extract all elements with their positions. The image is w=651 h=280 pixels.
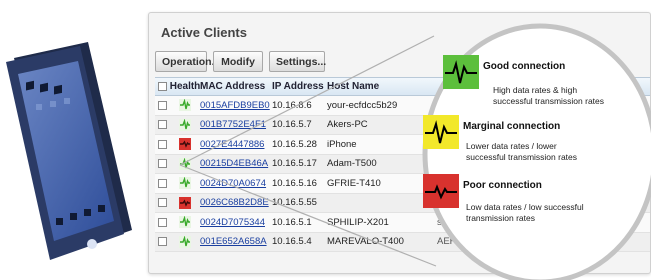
- legend-marginal-desc-2: successful transmission rates: [466, 152, 578, 162]
- health-column-header[interactable]: Health: [170, 81, 201, 92]
- host-cell: iPhone: [327, 138, 357, 150]
- legend-poor: Poor connection Low data rates / low suc…: [423, 172, 643, 232]
- heartbeat-red-icon: [179, 138, 191, 151]
- mac-link[interactable]: 0024D7075344: [200, 217, 265, 228]
- heartbeat-green-icon: [179, 216, 191, 229]
- legend-poor-desc-2: transmission rates: [466, 213, 535, 223]
- heartbeat-green-icon: [179, 235, 191, 248]
- modify-button[interactable]: Modify: [213, 51, 263, 72]
- heartbeat-red-icon: [179, 196, 191, 209]
- ip-cell: 10.16.5.4: [272, 236, 312, 248]
- mac-column-header[interactable]: MAC Address: [200, 81, 272, 92]
- toolbar: Operation... Modify Settings...: [155, 51, 326, 72]
- mac-link[interactable]: 00215D4EB46A: [200, 158, 268, 169]
- ip-cell: 10.16.5.17: [272, 158, 317, 170]
- legend-marginal-title: Marginal connection: [463, 121, 561, 132]
- legend-good-title: Good connection: [483, 61, 566, 72]
- row-checkbox[interactable]: [158, 100, 167, 110]
- host-cell: your-ecfdcc5b29: [327, 99, 398, 111]
- table-row[interactable]: 001E652A658A 10.16.5.4 MAREVALO-T400 AEROHI…: [155, 232, 650, 252]
- settings-button[interactable]: Settings...: [269, 51, 326, 72]
- mac-link[interactable]: 001B7752E4F1: [200, 119, 266, 130]
- ip-cell: 10.16.5.1: [272, 216, 312, 228]
- heartbeat-green-icon: [443, 55, 479, 89]
- heartbeat-green-icon: [179, 177, 191, 190]
- host-cell: Akers-PC: [327, 119, 368, 131]
- panel-title: Active Clients: [161, 25, 247, 40]
- ip-cell: 10.16.5.55: [272, 197, 317, 209]
- legend-poor-title: Poor connection: [463, 180, 542, 191]
- host-cell: GFRIE-T410: [327, 177, 381, 189]
- ip-cell: 10.16.5.28: [272, 138, 317, 150]
- heartbeat-green-icon: [179, 118, 191, 131]
- host-cell: Adam-T500: [327, 158, 377, 170]
- legend-marginal-desc-1: Lower data rates / lower: [466, 141, 557, 151]
- mac-link[interactable]: 0024D70A0674: [200, 178, 266, 189]
- host-column-header[interactable]: Host Name: [327, 81, 437, 92]
- host-cell: MAREVALO-T400: [327, 236, 404, 248]
- legend-marginal: Marginal connection Lower data rates / l…: [423, 113, 643, 173]
- row-checkbox[interactable]: [158, 120, 167, 130]
- operation-button[interactable]: Operation...: [155, 51, 220, 72]
- row-checkbox[interactable]: [158, 139, 167, 149]
- tablet-icon: [6, 42, 132, 260]
- mac-link[interactable]: 0027E4447886: [200, 139, 264, 150]
- legend-good-desc-1: High data rates & high: [493, 85, 578, 95]
- legend-good-desc-2: successful transmission rates: [493, 96, 605, 106]
- heartbeat-green-icon: [179, 99, 191, 112]
- extra-cell: AEROHIV: [437, 236, 480, 248]
- ip-cell: 10.16.8.6: [272, 99, 312, 111]
- row-checkbox[interactable]: [158, 237, 167, 247]
- mac-link[interactable]: 0026C68B2D8E: [200, 197, 269, 208]
- host-cell: SPHILIP-X201: [327, 216, 389, 228]
- ip-column-header[interactable]: IP Address: [272, 81, 327, 92]
- row-checkbox[interactable]: [158, 198, 167, 208]
- ip-cell: 10.16.5.16: [272, 177, 317, 189]
- mac-link[interactable]: 0015AFDB9EB0: [200, 100, 270, 111]
- select-all-checkbox[interactable]: [158, 82, 167, 91]
- ip-cell: 10.16.5.7: [272, 119, 312, 131]
- legend-poor-desc-1: Low data rates / low successful: [466, 202, 584, 212]
- heartbeat-yellow-icon: [423, 115, 459, 149]
- heartbeat-green-icon: [179, 157, 191, 170]
- mac-link[interactable]: 001E652A658A: [200, 236, 267, 247]
- row-checkbox[interactable]: [158, 217, 167, 227]
- row-checkbox[interactable]: [158, 178, 167, 188]
- row-checkbox[interactable]: [158, 159, 167, 169]
- heartbeat-red-icon: [423, 174, 459, 208]
